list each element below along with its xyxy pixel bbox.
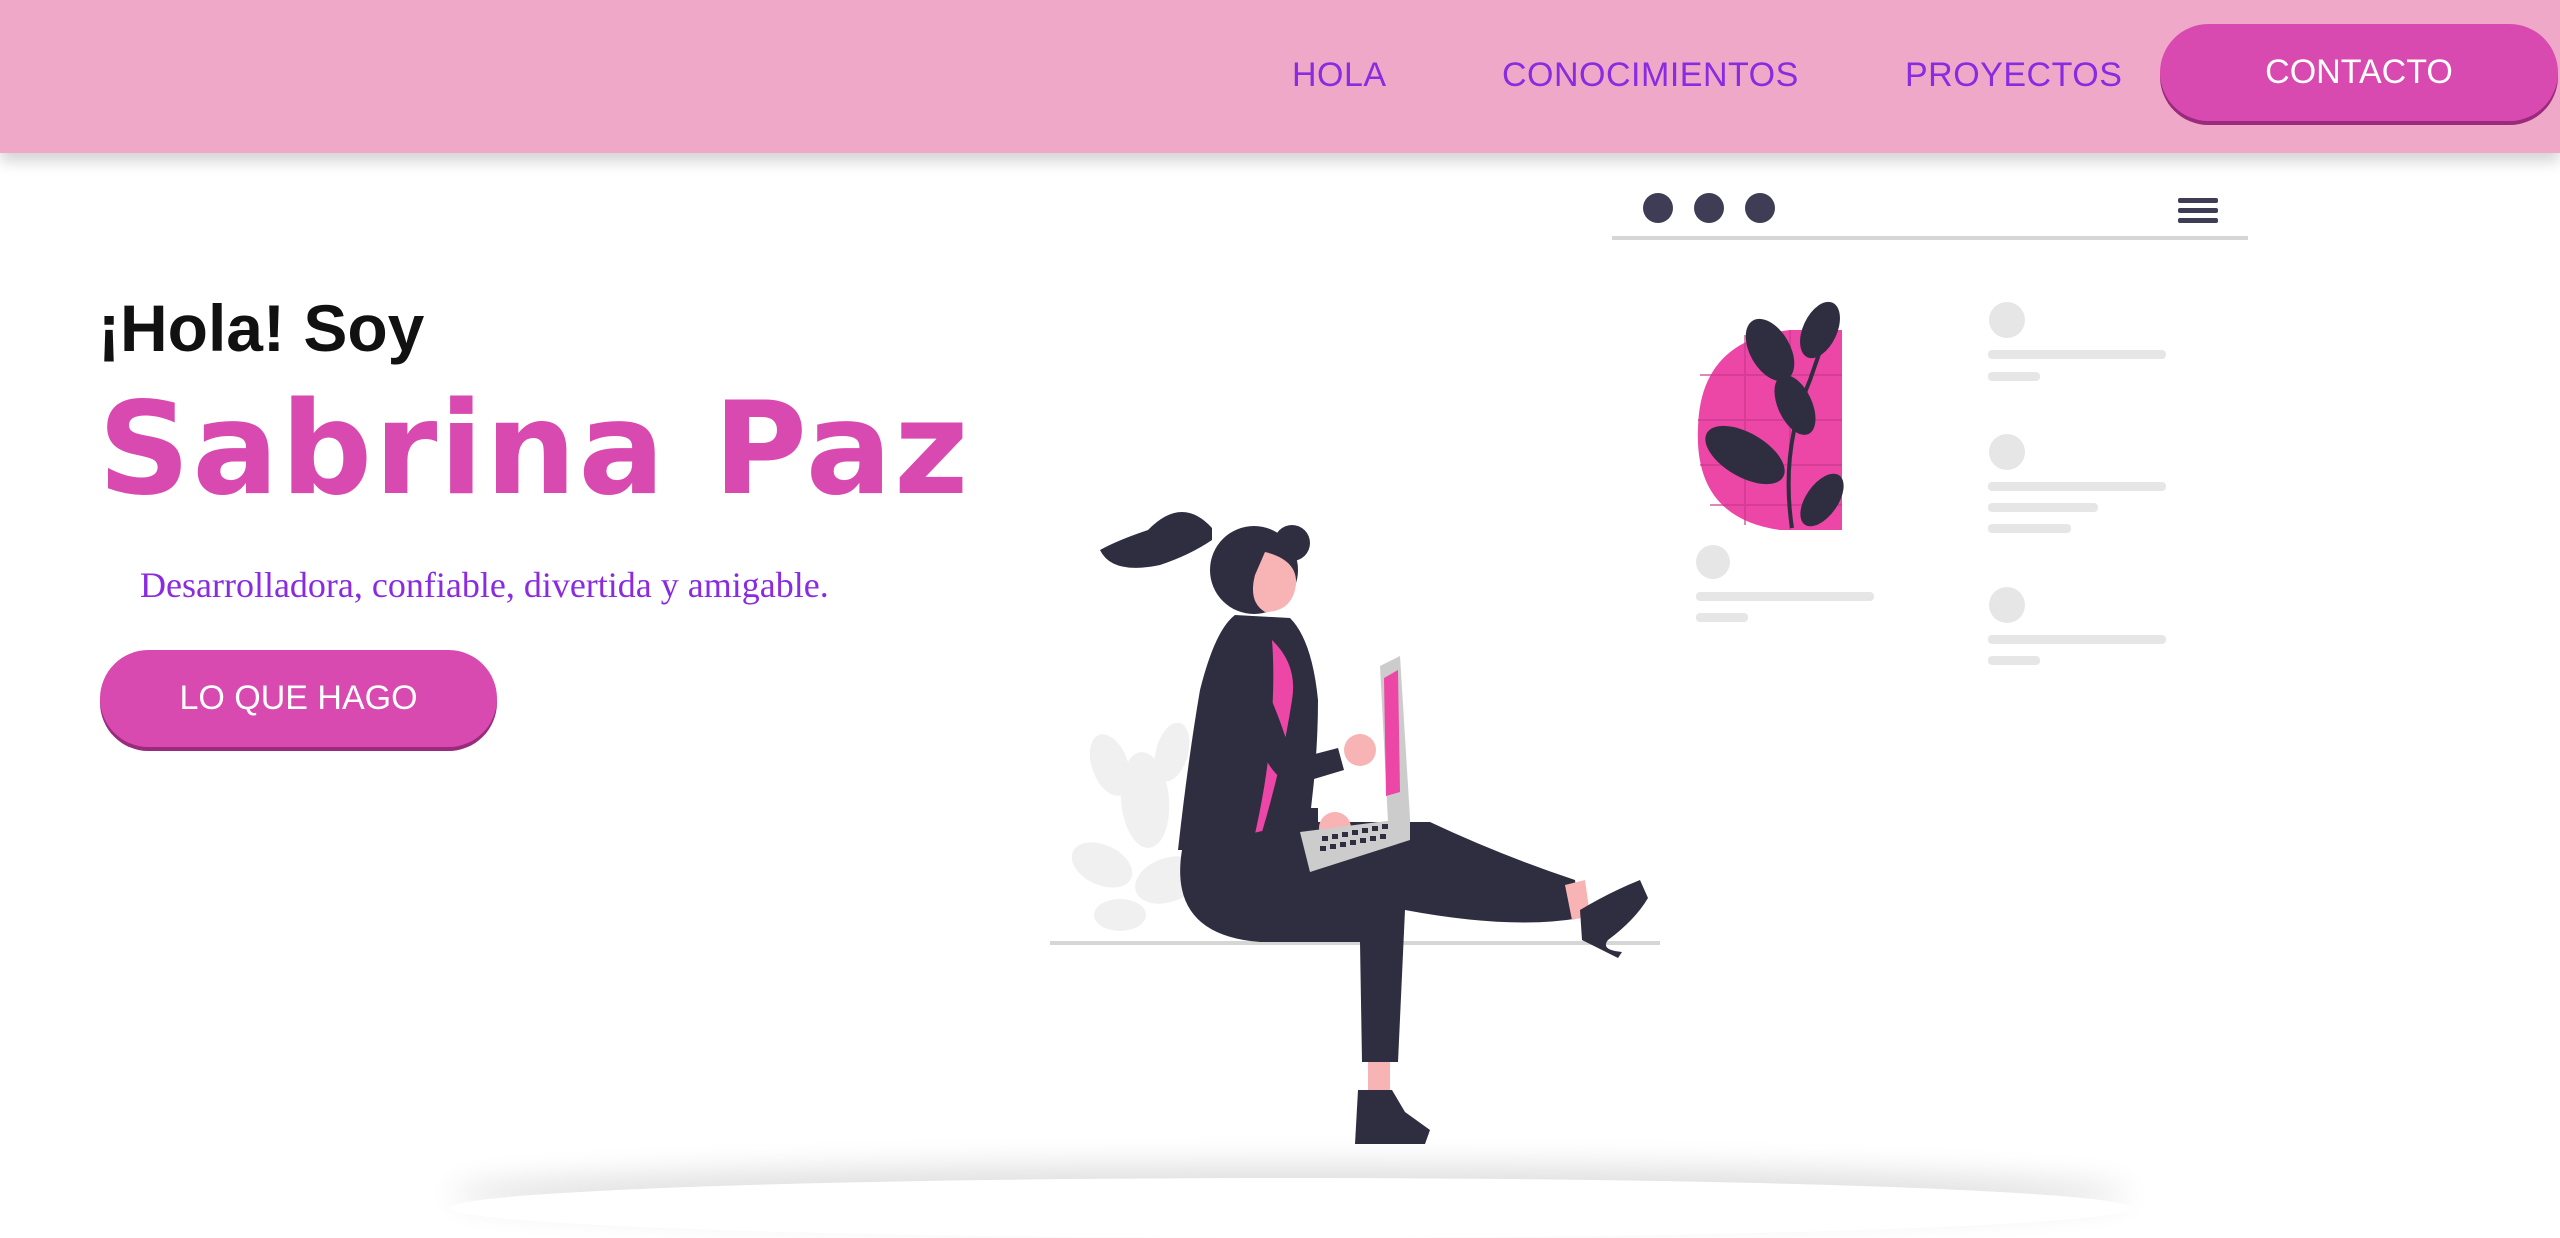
contact-button[interactable]: CONTACTO [2160,24,2558,121]
window-dots-icon [1643,193,1775,223]
nav-link-proyectos[interactable]: PROYECTOS [1905,0,2122,150]
menu-icon [2178,198,2218,223]
greeting-text: ¡Hola! Soy [98,291,425,365]
woman-illustration [1100,511,1648,1144]
nav-link-hola[interactable]: HOLA [1292,0,1387,150]
plant-card-image [1697,301,1844,530]
navbar: HOLA CONOCIMIENTOS PROYECTOS CONTACTO [0,0,2560,153]
nav-link-conocimientos[interactable]: CONOCIMIENTOS [1502,0,1799,150]
tagline: Desarrolladora, confiable, divertida y a… [140,565,829,605]
page-title: Sabrina Paz [98,375,971,524]
bottom-shadow [450,1178,2130,1238]
hero-illustration [1050,193,2248,1144]
what-i-do-button[interactable]: LO QUE HAGO [100,650,497,747]
